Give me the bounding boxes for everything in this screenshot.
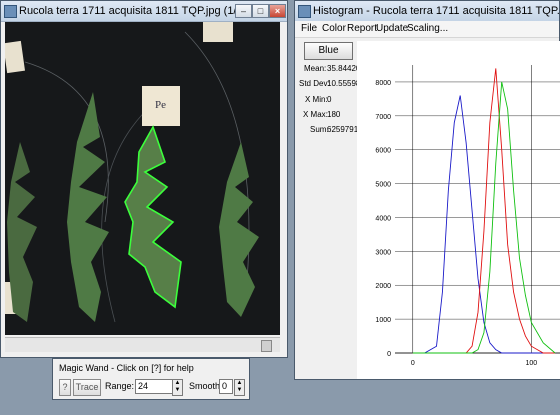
histogram-window-titlebar[interactable]: Histogram - Rucola terra 1711 acquisita … bbox=[295, 1, 559, 22]
y-tick-label: 6000 bbox=[375, 148, 391, 155]
histogram-window: Histogram - Rucola terra 1711 acquisita … bbox=[294, 0, 560, 380]
histogram-menubar: File Color Report Update Scaling... bbox=[295, 21, 559, 38]
smooth-input[interactable]: 0 bbox=[219, 379, 233, 394]
smooth-spinner[interactable]: ▲ ▼ bbox=[234, 379, 245, 396]
stat-stddev-label: Std Dev: bbox=[299, 79, 330, 88]
y-tick-label: 2000 bbox=[375, 283, 391, 290]
histogram-chart: 8000 7000 6000 5000 4000 3000 2000 1000 0 0 100 bbox=[375, 65, 560, 367]
stat-stddev-value: 10.55598 bbox=[327, 79, 361, 88]
menu-color[interactable]: Color bbox=[322, 23, 346, 34]
magic-wand-title: Magic Wand - Click on [?] for help bbox=[59, 363, 194, 373]
stat-xmax-value: 180 bbox=[327, 110, 341, 119]
channel-button[interactable]: Blue bbox=[304, 42, 353, 60]
y-tick-label: 1000 bbox=[375, 317, 391, 324]
stat-xmax-label: X Max: bbox=[303, 110, 328, 119]
menu-update[interactable]: Update bbox=[376, 23, 408, 34]
image-window: Rucola terra 1711 acquisita 1811 TQP.jpg… bbox=[0, 0, 288, 358]
image-window-title: Rucola terra 1711 acquisita 1811 TQP.jpg… bbox=[19, 5, 247, 17]
menu-report[interactable]: Report bbox=[347, 23, 377, 34]
leaf-image: Pe bbox=[5, 22, 259, 323]
histogram-window-title: Histogram - Rucola terra 1711 acquisita … bbox=[313, 5, 559, 17]
close-button[interactable]: × bbox=[269, 4, 286, 18]
minimize-button[interactable]: – bbox=[235, 4, 252, 18]
y-tick-label: 0 bbox=[387, 351, 391, 358]
stat-mean-label: Mean: bbox=[304, 64, 327, 73]
y-tick-label: 5000 bbox=[375, 182, 391, 189]
histogram-series-1 bbox=[412, 68, 556, 354]
y-tick-label: 3000 bbox=[375, 249, 391, 256]
y-tick-label: 4000 bbox=[375, 215, 391, 222]
smooth-label: Smooth bbox=[189, 381, 221, 391]
magic-wand-toolbar: Magic Wand - Click on [?] for help ? Tra… bbox=[52, 358, 250, 400]
histogram-plot: 8000 7000 6000 5000 4000 3000 2000 1000 0 0 100 bbox=[357, 41, 560, 379]
menu-file[interactable]: File bbox=[301, 23, 317, 34]
range-label: Range: bbox=[105, 381, 135, 391]
image-canvas[interactable]: Pe bbox=[5, 22, 280, 335]
scroll-thumb[interactable] bbox=[261, 340, 272, 352]
y-tick-label: 7000 bbox=[375, 114, 391, 121]
specimen-label-text: Pe bbox=[155, 99, 166, 111]
stat-mean-value: 35.84420 bbox=[327, 64, 361, 73]
y-tick-label: 8000 bbox=[375, 80, 391, 87]
range-input[interactable]: 24 bbox=[135, 379, 173, 394]
help-button[interactable]: ? bbox=[59, 379, 71, 396]
stat-xmin-value: 0 bbox=[327, 95, 332, 104]
menu-scaling[interactable]: Scaling... bbox=[407, 23, 448, 34]
stat-xmin-label: X Min: bbox=[305, 95, 328, 104]
x-tick-label: 0 bbox=[411, 360, 415, 367]
range-spinner[interactable]: ▲ ▼ bbox=[172, 379, 183, 396]
horizontal-scrollbar[interactable] bbox=[5, 337, 280, 352]
x-tick-label: 100 bbox=[526, 360, 538, 367]
app-icon bbox=[298, 5, 311, 18]
trace-button[interactable]: Trace bbox=[73, 379, 101, 396]
stat-sum-label: Sum: bbox=[310, 125, 329, 134]
stat-sum-value: 6259791 bbox=[327, 125, 359, 134]
maximize-button[interactable]: □ bbox=[252, 4, 269, 18]
app-icon bbox=[4, 5, 17, 18]
